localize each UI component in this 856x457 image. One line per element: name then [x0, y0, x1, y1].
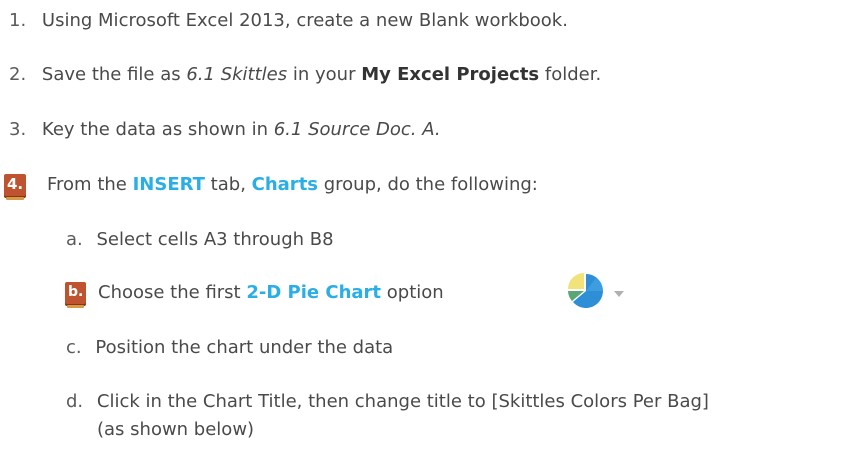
- step-2: 2. Save the file as 6.1 Skittles in your…: [9, 63, 601, 87]
- instruction-page: { "steps": { "s1": { "number": "1.", "te…: [0, 0, 856, 457]
- substep-a: a. Select cells A3 through B8: [66, 228, 334, 252]
- charts-group-name: Charts: [251, 174, 319, 195]
- pie-chart-option-name: 2-D Pie Chart: [246, 282, 382, 303]
- substep-letter: c.: [66, 337, 82, 358]
- source-doc: 6.1 Source Doc. A.: [273, 119, 441, 140]
- dropdown-arrow-icon: [613, 283, 625, 297]
- step-text-prefix: Key the data as shown in: [41, 119, 274, 140]
- substep-c: c. Position the chart under the data: [66, 336, 393, 360]
- substep-letter: a.: [66, 229, 83, 250]
- step-number: 3.: [9, 119, 27, 140]
- step-text-suffix: group, do the following:: [318, 174, 538, 195]
- step-text-mid: in your: [287, 64, 362, 85]
- insert-tab-name: INSERT: [132, 174, 205, 195]
- substep-text: Select cells A3 through B8: [96, 229, 334, 250]
- substep-text-prefix: Choose the first: [98, 282, 247, 303]
- substep-d: d. Click in the Chart Title, then change…: [66, 390, 709, 414]
- step-text-mid: tab,: [204, 174, 252, 195]
- step-text-suffix: folder.: [539, 64, 602, 85]
- step-4: From the INSERT tab, Charts group, do th…: [47, 173, 538, 197]
- step-text-prefix: Save the file as: [41, 64, 187, 85]
- step-number: 1.: [9, 10, 27, 31]
- step-text: Using Microsoft Excel 2013, create a new…: [41, 10, 568, 31]
- substep-text-suffix: option: [381, 282, 444, 303]
- substep-b: Choose the first 2-D Pie Chart option: [98, 281, 444, 305]
- substep-letter: d.: [66, 391, 84, 412]
- step-text-prefix: From the: [47, 174, 133, 195]
- step-number: 2.: [9, 64, 27, 85]
- substep-text: Position the chart under the data: [95, 337, 394, 358]
- substep-text-line1: Click in the Chart Title, then change ti…: [96, 391, 709, 412]
- folder-name: My Excel Projects: [361, 64, 540, 85]
- substep-d-continuation: (as shown below): [97, 418, 254, 442]
- step-4-badge: 4.: [4, 174, 27, 200]
- pie-chart-icon: [563, 268, 609, 314]
- step-1: 1. Using Microsoft Excel 2013, create a …: [9, 9, 568, 33]
- step-3: 3. Key the data as shown in 6.1 Source D…: [9, 118, 441, 142]
- substep-text-line2: (as shown below): [97, 419, 255, 440]
- filename: 6.1 Skittles: [186, 64, 288, 85]
- substep-b-badge: b.: [65, 282, 87, 308]
